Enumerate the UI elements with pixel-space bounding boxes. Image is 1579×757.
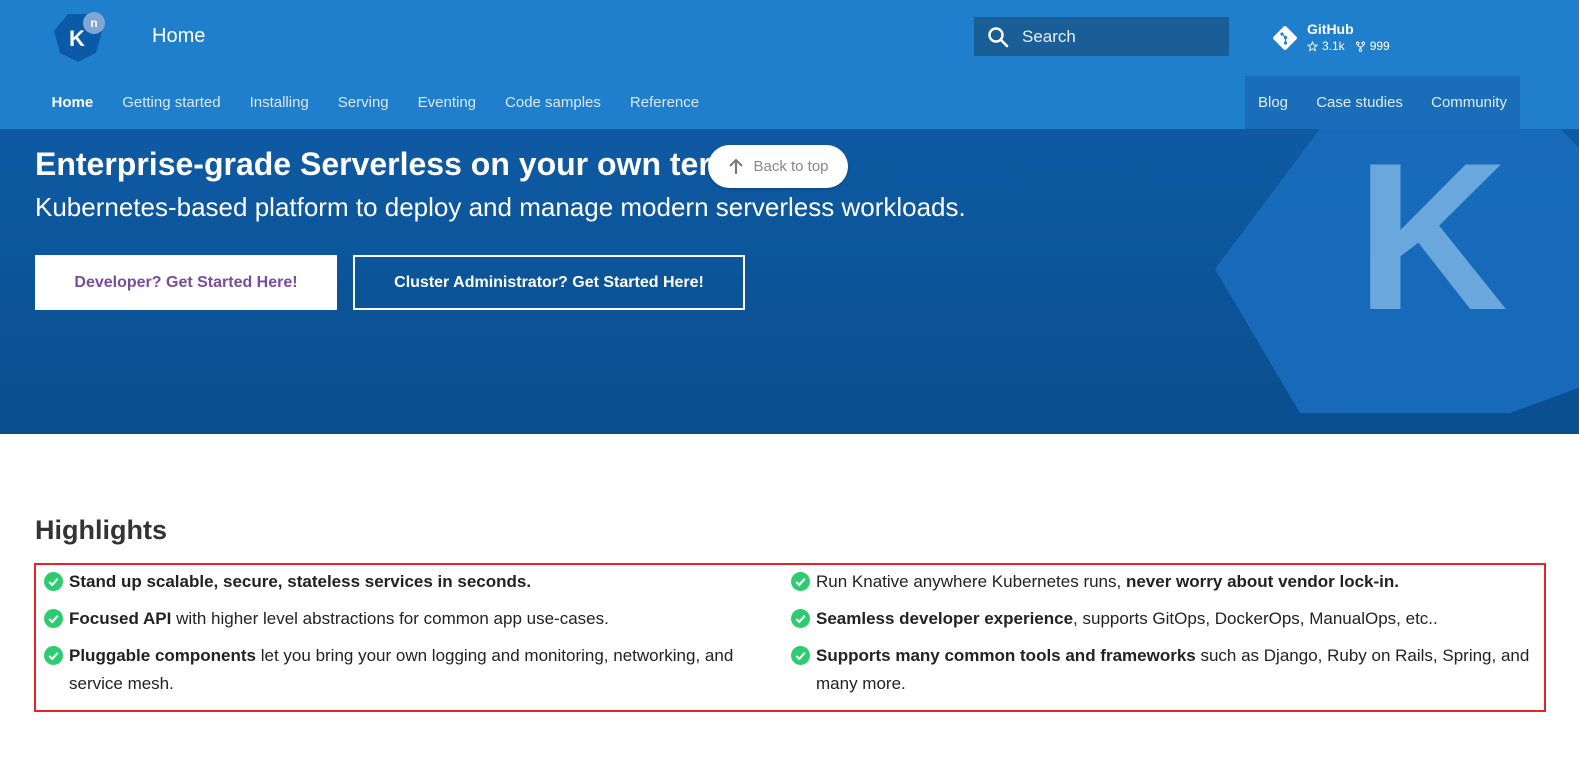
github-name: GitHub [1307, 21, 1354, 37]
knative-background-icon: K [1215, 129, 1579, 413]
nav-case-studies[interactable]: Case studies [1316, 76, 1403, 129]
nav-reference[interactable]: Reference [615, 76, 713, 129]
check-circle-icon [44, 572, 63, 591]
highlight-item: Stand up scalable, secure, stateless ser… [44, 568, 764, 596]
nav-home[interactable]: Home [37, 76, 108, 129]
site-title[interactable]: Home [152, 25, 205, 48]
logo-letter: K [69, 26, 85, 51]
check-circle-icon [791, 609, 810, 628]
highlight-bold: Supports many common tools and framework… [816, 646, 1196, 665]
nav-serving[interactable]: Serving [323, 76, 403, 129]
main-nav: Home Getting started Installing Serving … [37, 76, 714, 129]
arrow-up-icon [729, 158, 744, 174]
search-icon [988, 26, 1009, 47]
back-to-top-button[interactable]: Back to top [708, 145, 848, 188]
hero-title: Enterprise-grade Serverless on your own … [35, 146, 766, 182]
git-icon [1273, 26, 1297, 50]
highlight-bold: Focused API [69, 609, 172, 628]
star-icon [1307, 40, 1318, 52]
back-to-top-label: Back to top [753, 158, 829, 175]
nav-community[interactable]: Community [1431, 76, 1507, 129]
highlight-item: Seamless developer experience, supports … [791, 605, 1531, 633]
nav-blog[interactable]: Blog [1258, 76, 1288, 129]
highlight-text: with higher level abstractions for commo… [171, 609, 609, 628]
check-circle-icon [44, 609, 63, 628]
highlight-item: Focused API with higher level abstractio… [44, 605, 764, 633]
nav-eventing[interactable]: Eventing [403, 76, 490, 129]
highlight-item: Pluggable components let you bring your … [44, 642, 754, 698]
site-header: K n Home GitHub 3.1k 999 [0, 0, 1579, 129]
admin-get-started-button[interactable]: Cluster Administrator? Get Started Here! [353, 255, 745, 310]
github-forks: 999 [1369, 39, 1390, 53]
search-box[interactable] [974, 17, 1229, 56]
developer-get-started-button[interactable]: Developer? Get Started Here! [35, 255, 337, 310]
check-circle-icon [791, 646, 810, 665]
highlight-bold: Pluggable components [69, 646, 257, 665]
highlight-text: Run Knative anywhere Kubernetes runs, [816, 572, 1126, 591]
nav-installing[interactable]: Installing [235, 76, 323, 129]
highlight-text: , supports GitOps, DockerOps, ManualOps,… [1073, 609, 1438, 628]
fork-icon [1355, 41, 1365, 52]
highlight-item: Supports many common tools and framework… [791, 642, 1531, 698]
highlight-bold: Seamless developer experience [816, 609, 1074, 628]
logo-badge: n [90, 16, 97, 30]
github-link[interactable]: GitHub 3.1k 999 [1272, 21, 1390, 55]
check-circle-icon [44, 646, 63, 665]
highlights-heading: Highlights [35, 515, 167, 545]
knative-logo-icon[interactable]: K n [52, 11, 106, 65]
github-stars: 3.1k [1322, 39, 1345, 53]
hero-bg-letter: K [1356, 129, 1508, 354]
secondary-nav: Blog Case studies Community [1245, 76, 1520, 129]
highlight-item: Run Knative anywhere Kubernetes runs, ne… [791, 568, 1531, 596]
highlight-bold: Stand up scalable, secure, stateless ser… [69, 572, 532, 591]
search-input[interactable] [1022, 26, 1212, 47]
nav-code-samples[interactable]: Code samples [491, 76, 616, 129]
highlight-bold: never worry about vendor lock-in. [1125, 572, 1399, 591]
nav-getting-started[interactable]: Getting started [108, 76, 235, 129]
check-circle-icon [791, 572, 810, 591]
hero-subtitle: Kubernetes-based platform to deploy and … [35, 192, 966, 222]
